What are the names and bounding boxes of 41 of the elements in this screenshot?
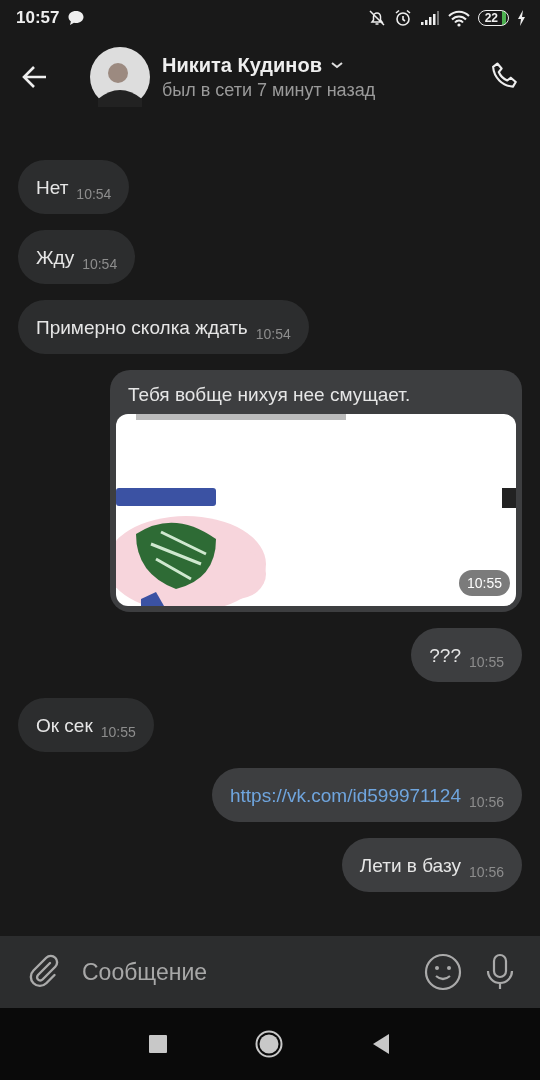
message-time: 10:55	[468, 654, 504, 672]
circle-icon	[255, 1030, 283, 1058]
message-text: Тебя вобще нихуя нее смущает.	[127, 383, 412, 407]
message-bubble[interactable]: Лети в базу 10:56	[341, 838, 522, 892]
message-time: 10:55	[100, 724, 136, 742]
triangle-icon	[371, 1033, 391, 1055]
message-text: Нет	[36, 176, 69, 199]
microphone-icon	[484, 953, 516, 991]
message-bubble[interactable]: ??? 10:55	[411, 628, 522, 682]
muted-bell-icon	[367, 9, 386, 27]
charging-icon	[517, 10, 526, 26]
alarm-icon	[393, 9, 412, 27]
message-bubble[interactable]: Жду 10:54	[18, 230, 136, 284]
message-bubble[interactable]: Примерно сколка ждать 10:54	[18, 300, 309, 354]
message-text: Жду	[36, 246, 75, 269]
message-time: 10:56	[468, 864, 504, 882]
contact-name[interactable]: Никита Кудинов	[162, 53, 322, 77]
message-bubble[interactable]: Нет 10:54	[18, 160, 130, 214]
message-bubble[interactable]: Ок сек 10:55	[18, 698, 154, 752]
avatar[interactable]	[90, 47, 150, 107]
chevron-down-icon[interactable]	[329, 60, 344, 70]
last-seen-status: был в сети 7 минут назад	[162, 79, 377, 101]
message-text: ???	[429, 644, 461, 667]
message-time: 10:54	[255, 326, 291, 344]
wifi-icon	[447, 9, 470, 27]
square-icon	[149, 1035, 167, 1053]
message-time: 10:54	[76, 186, 112, 204]
message-text: Примерно сколка ждать	[36, 316, 248, 339]
message-link[interactable]: https://vk.com/id599971124	[230, 783, 461, 807]
message-bar[interactable]: Сообщение	[0, 936, 540, 1008]
message-text: Лети в базу	[359, 854, 461, 877]
message-bubble[interactable]: https://vk.com/id599971124 10:56	[212, 768, 522, 822]
message-time: 10:56	[468, 794, 504, 812]
message-time: 10:54	[82, 256, 118, 274]
battery-indicator: 22	[477, 10, 509, 26]
chat-bubble-icon	[67, 10, 86, 26]
status-time: 10:57	[16, 8, 60, 28]
signal-icon	[419, 10, 440, 26]
smiley-icon	[424, 953, 462, 991]
photo-message[interactable]: Тебя вобще нихуя нее смущает. 10:55	[110, 370, 522, 612]
message-text: Ок сек	[36, 714, 93, 737]
